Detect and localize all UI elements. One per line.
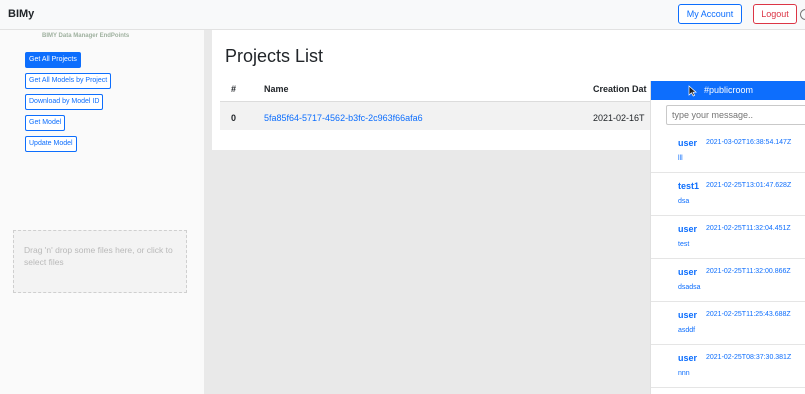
chat-message: test1 2021-02-25T13:01:47.628Z dsa	[651, 173, 805, 216]
row-index: 0	[231, 113, 237, 123]
message-user: test1	[678, 181, 700, 191]
app-brand[interactable]: BIMy	[8, 8, 34, 20]
page-title: Projects List	[225, 46, 324, 66]
message-text: dsa	[678, 198, 690, 205]
get-model-button[interactable]: Get Model	[25, 115, 66, 131]
row-creation-date: 2021-02-16T	[593, 113, 645, 123]
download-by-model-id-button[interactable]: Download by Model ID	[25, 94, 104, 110]
file-dropzone[interactable]: Drag 'n' drop some files here, or click …	[13, 230, 187, 293]
message-text: dsadsa	[678, 284, 701, 291]
message-text: nnn	[678, 370, 690, 377]
chat-message-input[interactable]	[666, 105, 805, 125]
chat-message: user 2021-02-25T08:37:30.381Z nnn	[651, 345, 805, 388]
message-user: user	[678, 310, 698, 320]
update-model-button[interactable]: Update Model	[25, 136, 77, 152]
chat-room-name: #publicroom	[703, 85, 754, 95]
project-name-link[interactable]: 5fa85f64-5717-4562-b3fc-2c963f66afa6	[264, 113, 423, 123]
top-navbar: BIMy My Account Logout	[0, 0, 805, 30]
message-user: user	[678, 138, 698, 148]
message-text: test	[678, 241, 690, 248]
sidebar: BIMY Data Manager EndPoints Get All Proj…	[0, 30, 204, 394]
column-header-creation-date: Creation Dat	[593, 84, 647, 94]
message-time: 2021-02-25T11:32:00.866Z	[706, 268, 791, 275]
logout-button[interactable]: Logout	[753, 4, 797, 24]
message-time: 2021-02-25T11:32:04.451Z	[706, 225, 791, 232]
message-time: 2021-02-25T08:37:30.381Z	[706, 354, 792, 361]
message-time: 2021-02-25T11:25:43.688Z	[706, 311, 791, 318]
chat-message: user 2021-03-02T16:38:54.147Z lll	[651, 130, 805, 173]
message-user: user	[678, 267, 698, 277]
get-all-models-by-project-button[interactable]: Get All Models by Project	[25, 73, 112, 89]
mouse-cursor-icon	[688, 85, 697, 97]
column-header-name: Name	[264, 84, 289, 94]
sidebar-title: BIMY Data Manager EndPoints	[42, 33, 130, 39]
message-text: lll	[678, 155, 683, 162]
chat-message: user 2021-02-25T11:25:43.688Z asddf	[651, 302, 805, 345]
message-user: user	[678, 224, 698, 234]
chat-panel: #publicroom user 2021-03-02T16:38:54.147…	[650, 81, 805, 394]
chat-message: user 2021-02-25T11:32:00.866Z dsadsa	[651, 259, 805, 302]
message-text: asddf	[678, 327, 696, 334]
settings-icon[interactable]	[800, 9, 805, 20]
get-all-projects-button[interactable]: Get All Projects	[25, 52, 81, 68]
message-time: 2021-03-02T16:38:54.147Z	[706, 139, 792, 146]
chat-room-header[interactable]: #publicroom	[651, 81, 805, 100]
message-user: user	[678, 353, 698, 363]
message-time: 2021-02-25T13:01:47.628Z	[706, 182, 792, 189]
column-header-index: #	[231, 84, 237, 94]
my-account-button[interactable]: My Account	[678, 4, 742, 24]
chat-message: user 2021-02-25T11:32:04.451Z test	[651, 216, 805, 259]
